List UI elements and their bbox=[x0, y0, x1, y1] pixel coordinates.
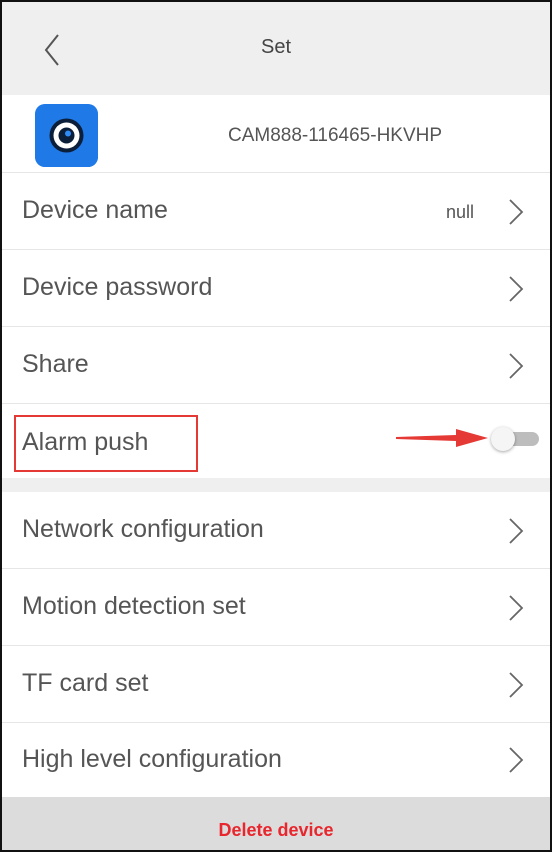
network-configuration-row[interactable]: Network configuration bbox=[2, 492, 550, 569]
device-name-row[interactable]: Device name null bbox=[2, 173, 550, 250]
red-arrow-icon bbox=[396, 429, 488, 447]
device-name-value: null bbox=[445, 202, 474, 222]
toggle-knob bbox=[491, 427, 515, 451]
phone-screen: Set CAM888-116465-HKVHP Device name null… bbox=[0, 0, 552, 852]
share-label: Share bbox=[22, 350, 89, 378]
device-name-label: Device name bbox=[22, 196, 168, 224]
device-id: CAM888-116465-HKVHP bbox=[228, 125, 443, 146]
device-password-label: Device password bbox=[22, 273, 213, 301]
motion-detection-row[interactable]: Motion detection set bbox=[2, 569, 550, 646]
tf-card-label: TF card set bbox=[22, 669, 149, 697]
high-level-configuration-row[interactable]: High level configuration bbox=[2, 723, 550, 797]
device-password-row[interactable]: Device password bbox=[2, 250, 550, 327]
network-configuration-label: Network configuration bbox=[22, 515, 264, 543]
high-level-configuration-label: High level configuration bbox=[22, 745, 282, 773]
top-bar: Set bbox=[2, 2, 550, 95]
section-divider bbox=[2, 478, 550, 492]
chevron-right-icon bbox=[509, 353, 524, 379]
camera-eye-app-icon bbox=[35, 104, 98, 167]
chevron-right-icon bbox=[509, 747, 524, 773]
page-title: Set bbox=[260, 36, 292, 58]
chevron-right-icon bbox=[509, 672, 524, 698]
alarm-push-highlight-box bbox=[14, 415, 198, 472]
motion-detection-label: Motion detection set bbox=[22, 592, 246, 620]
chevron-right-icon bbox=[509, 199, 524, 225]
share-row[interactable]: Share bbox=[2, 327, 550, 404]
device-info-row: CAM888-116465-HKVHP bbox=[2, 95, 550, 173]
chevron-right-icon bbox=[509, 276, 524, 302]
alarm-push-toggle[interactable] bbox=[489, 427, 541, 451]
chevron-right-icon bbox=[509, 518, 524, 544]
chevron-right-icon bbox=[509, 595, 524, 621]
delete-device-label: Delete device bbox=[218, 820, 334, 840]
tf-card-row[interactable]: TF card set bbox=[2, 646, 550, 723]
delete-device-button[interactable]: Delete device bbox=[2, 797, 550, 850]
